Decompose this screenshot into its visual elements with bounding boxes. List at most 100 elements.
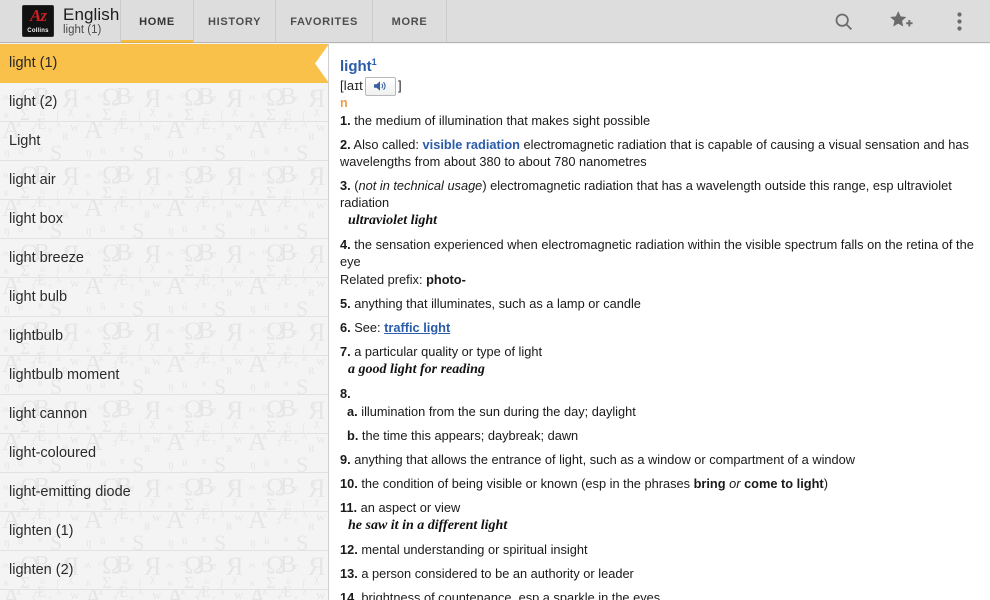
selected-pointer-icon	[315, 44, 328, 83]
sense-phrase-1: bring	[693, 476, 726, 491]
word-label: lighten (1)	[9, 523, 74, 539]
word-label: light-emitting diode	[9, 484, 131, 500]
sense-3: 3. (not in technical usage) electromagne…	[340, 177, 982, 211]
sense-11-example: he saw it in a different light	[348, 518, 508, 533]
word-list-item-lightbulb-moment[interactable]: lightbulb moment	[0, 356, 328, 395]
word-label: light-coloured	[9, 445, 97, 461]
add-to-favorites-icon[interactable]	[884, 4, 918, 38]
sense-number: 14.	[340, 590, 358, 600]
sense-5: 5. anything that illuminates, such as a …	[340, 295, 982, 312]
subsense-letter: b.	[347, 428, 359, 443]
word-list-item-light-1[interactable]: light (1)	[0, 44, 328, 83]
word-label: light breeze	[9, 250, 84, 266]
tab-history[interactable]: HISTORY	[194, 0, 277, 43]
sense-text: a particular quality or type of light	[350, 344, 543, 359]
tab-home[interactable]: HOME	[120, 0, 194, 43]
sense-number: 10.	[340, 476, 358, 491]
brand-text: English light (1)	[63, 4, 120, 37]
sense-8a: a. illumination from the sun during the …	[347, 403, 982, 420]
sense-number: 9.	[340, 452, 351, 467]
word-list-sidebar[interactable]: A ɔ ᴛ ʀ ŋ ū ʁ S ʍ ᴏ B ʏ ᴋ Σ ɢ	[0, 44, 329, 600]
word-label: light cannon	[9, 406, 88, 422]
pronunciation-close: ]	[397, 78, 402, 93]
sense-4: 4. the sensation experienced when electr…	[340, 236, 982, 270]
cross-reference-traffic-light[interactable]: traffic light	[384, 320, 450, 335]
word-list-item-lightbulb[interactable]: lightbulb	[0, 317, 328, 356]
sense-1: 1. the medium of illumination that makes…	[340, 112, 982, 129]
sense-number: 11.	[340, 500, 358, 515]
search-icon[interactable]	[826, 4, 860, 38]
sense-8b: b. the time this appears; daybreak; dawn	[347, 427, 982, 444]
word-list-item-light-emitting-diode[interactable]: light-emitting diode	[0, 473, 328, 512]
sense-text: brightness of countenance, esp a sparkle…	[357, 590, 661, 600]
pronunciation-ipa: [laɪt	[340, 78, 363, 93]
word-list-item-light-cannon[interactable]: light cannon	[0, 395, 328, 434]
word-label: light (2)	[9, 94, 58, 110]
entry-headword: light1	[340, 54, 982, 75]
speaker-icon[interactable]	[364, 76, 396, 96]
sense-8: 8.	[340, 385, 982, 402]
sense-usage-note: not in technical usage	[358, 178, 483, 193]
sense-4-related-prefix: Related prefix: photo-	[340, 271, 982, 288]
sense-text: Also called:	[350, 137, 423, 152]
sense-text: See:	[350, 320, 385, 335]
cross-reference-visible-radiation[interactable]: visible radiation	[423, 137, 520, 152]
sense-text: the medium of illumination that makes si…	[350, 113, 651, 128]
tab-favorites[interactable]: FAVORITES	[276, 0, 374, 43]
sense-number: 7.	[340, 344, 351, 359]
word-list-item-light-coloured[interactable]: light-coloured	[0, 434, 328, 473]
word-label: Light	[9, 133, 41, 149]
word-list-item-lighten-2[interactable]: lighten (2)	[0, 551, 328, 590]
word-label: lightbulb	[9, 328, 64, 344]
word-list-item-light-box[interactable]: light box	[0, 200, 328, 239]
sense-text: (	[350, 178, 359, 193]
app-subtitle: light (1)	[63, 24, 102, 37]
sense-conjunction: or	[725, 476, 745, 491]
sense-text: mental understanding or spiritual insigh…	[357, 542, 588, 557]
part-of-speech: n	[340, 96, 348, 110]
subsense-text: illumination from the sun during the day…	[357, 404, 636, 419]
tab-more[interactable]: MORE	[373, 0, 448, 43]
brand: Az Collins English light (1)	[0, 0, 120, 42]
word-list-item-light-bulb[interactable]: light bulb	[0, 278, 328, 317]
word-label: lightbulb moment	[9, 367, 120, 383]
sense-text: the sensation experienced when electroma…	[340, 237, 974, 269]
header-tabs: HOME HISTORY FAVORITES MORE	[120, 0, 448, 43]
subsense-text: the time this appears; daybreak; dawn	[358, 428, 579, 443]
sense-text: the condition of being visible or known …	[357, 476, 694, 491]
sense-text: anything that illuminates, such as a lam…	[350, 296, 641, 311]
app-title: English	[63, 4, 120, 24]
header-actions	[826, 0, 990, 42]
sense-phrase-2: come to light	[744, 476, 824, 491]
definition-pane[interactable]: light1 [laɪt ] n 1. the medium of illumi…	[330, 44, 990, 600]
overflow-menu-icon[interactable]	[942, 4, 976, 38]
sense-text: anything that allows the entrance of lig…	[350, 452, 856, 467]
sense-text-2: )	[823, 476, 828, 491]
sense-number: 4.	[340, 237, 351, 252]
word-list-item-light-cap[interactable]: Light	[0, 122, 328, 161]
sense-number: 2.	[340, 137, 351, 152]
headword-homograph: 1	[371, 57, 377, 67]
sense-text: a person considered to be an authority o…	[357, 566, 634, 581]
sense-14: 14. brightness of countenance, esp a spa…	[340, 589, 982, 600]
sense-number: 6.	[340, 320, 351, 335]
related-prefix-value: photo-	[426, 272, 466, 287]
word-label: lighten (2)	[9, 562, 74, 578]
sense-number: 8.	[340, 386, 351, 401]
sense-number: 3.	[340, 178, 351, 193]
word-label: light air	[9, 172, 56, 188]
word-list-item-light-breeze[interactable]: light breeze	[0, 239, 328, 278]
sense-7-example: a good light for reading	[348, 362, 485, 377]
sense-number: 5.	[340, 296, 351, 311]
word-label: light bulb	[9, 289, 68, 305]
word-list-item-light-air[interactable]: light air	[0, 161, 328, 200]
word-label: light (1)	[9, 55, 58, 71]
word-list-item-light-2[interactable]: light (2)	[0, 83, 328, 122]
sense-6: 6. See: traffic light	[340, 319, 982, 336]
word-list-item-lighten-1[interactable]: lighten (1)	[0, 512, 328, 551]
sense-11: 11. an aspect or view	[340, 499, 982, 516]
sense-2: 2. Also called: visible radiation electr…	[340, 136, 982, 170]
sense-number: 12.	[340, 542, 358, 557]
sense-3-example: ultraviolet light	[348, 213, 438, 228]
related-prefix-label: Related prefix:	[340, 272, 427, 287]
